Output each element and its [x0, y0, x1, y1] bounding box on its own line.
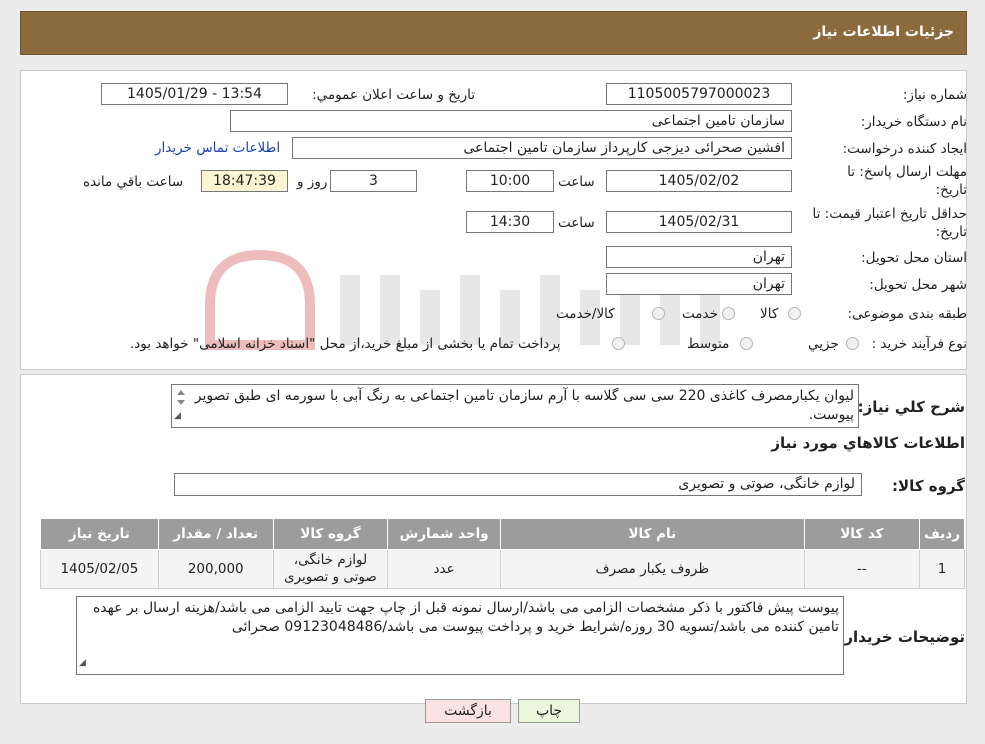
- need-number-label: شماره نیاز:: [902, 87, 967, 103]
- buyer-contact-link[interactable]: اطلاعات تماس خريدار: [155, 140, 280, 156]
- cell-row-number: 1: [919, 549, 965, 589]
- category-radio-service[interactable]: [722, 307, 735, 320]
- validity-label: حداقل تاريخ اعتبار قيمت: تا: [812, 206, 967, 222]
- cell-goods-group: لوازم خانگی، صوتی و تصویری: [272, 549, 389, 589]
- process-note: پرداخت تمام يا بخشی از مبلغ خريد،از محل …: [130, 336, 561, 352]
- goods-info-title: اطلاعات کالاهاي مورد نياز: [771, 434, 965, 452]
- category-option-goods: کالا: [760, 306, 779, 322]
- reply-time-field: 10:00: [466, 170, 554, 192]
- category-label: طبقه بندی موضوعی:: [847, 306, 967, 322]
- process-option-medium: متوسط: [687, 336, 730, 352]
- validity-date-field: 1405/02/31: [606, 211, 792, 233]
- cell-unit: عدد: [387, 549, 502, 589]
- announce-label: تاريخ و ساعت اعلان عمومي:: [312, 87, 475, 103]
- days-label: روز و: [297, 174, 328, 190]
- announce-date-field: 1405/01/29 - 13:54: [101, 83, 288, 105]
- province-field: تهران: [606, 246, 792, 268]
- reply-deadline-label-2: تاريخ:: [935, 182, 967, 198]
- cell-goods-name: ظروف یکبار مصرف: [500, 549, 805, 589]
- buyer-org-field: سازمان تامین اجتماعی: [230, 110, 792, 132]
- goods-group-label: گروه کالا:: [892, 477, 965, 495]
- back-button[interactable]: بازگشت: [425, 699, 511, 723]
- category-radio-goods-service[interactable]: [652, 307, 665, 320]
- col-unit: واحد شمارش: [387, 518, 502, 550]
- creator-field: افشین صحرائی دیزجی کارپرداز سازمان تامین…: [292, 137, 792, 159]
- category-option-goods-service: کالا/خدمت: [556, 306, 615, 322]
- process-radio-medium[interactable]: [740, 337, 753, 350]
- col-goods-group: گروه کالا: [272, 518, 389, 550]
- need-number-field: 1105005797000023: [606, 83, 792, 105]
- goods-table-header: رديف کد کالا نام کالا واحد شمارش گروه کا…: [40, 518, 965, 550]
- validity-label-2: تاريخ:: [935, 224, 967, 240]
- buyer-notes-textarea[interactable]: پیوست پیش فاکتور با ذکر مشخصات الزامی می…: [76, 596, 844, 675]
- print-button[interactable]: چاپ: [518, 699, 580, 723]
- goods-group-field: لوازم خانگی، صوتی و تصویری: [174, 473, 862, 496]
- buyer-org-label: نام دستگاه خريدار:: [860, 114, 967, 130]
- validity-time-label: ساعت: [558, 215, 595, 231]
- category-radio-goods[interactable]: [788, 307, 801, 320]
- province-label: استان محل تحويل:: [861, 250, 967, 266]
- description-textarea[interactable]: لیوان یکبارمصرف کاغذی 220 سی سی گلاسه با…: [171, 384, 859, 428]
- col-goods-name: نام کالا: [500, 518, 805, 550]
- cell-goods-code: --: [803, 549, 921, 589]
- col-need-date: تاريخ نياز: [40, 518, 159, 550]
- buyer-notes-label: توضيحات خريدار:: [838, 628, 965, 646]
- city-field: تهران: [606, 273, 792, 295]
- page-title: جزئیات اطلاعات نیاز: [813, 24, 954, 40]
- buyer-notes-text: پیوست پیش فاکتور با ذکر مشخصات الزامی می…: [92, 600, 839, 635]
- creator-label: ايجاد کننده درخواست:: [842, 141, 967, 157]
- resize-grip-icon[interactable]: ◢: [79, 654, 86, 673]
- process-radio-minor[interactable]: [846, 337, 859, 350]
- validity-time-field: 14:30: [466, 211, 554, 233]
- city-label: شهر محل تحويل:: [869, 277, 967, 293]
- remaining-label: ساعت باقي مانده: [83, 174, 184, 190]
- col-row-number: رديف: [919, 518, 965, 550]
- col-goods-code: کد کالا: [803, 518, 921, 550]
- col-quantity: تعداد / مقدار: [157, 518, 274, 550]
- days-field: 3: [330, 170, 417, 192]
- table-row: 1 -- ظروف یکبار مصرف عدد لوازم خانگی، صو…: [40, 549, 965, 589]
- process-checkbox-treasury[interactable]: [612, 337, 625, 350]
- cell-quantity: 200,000: [157, 549, 274, 589]
- category-option-service: خدمت: [682, 306, 718, 322]
- description-text: لیوان یکبارمصرف کاغذی 220 سی سی گلاسه با…: [194, 388, 854, 423]
- resize-grip-icon[interactable]: ◢: [174, 407, 181, 426]
- goods-table: رديف کد کالا نام کالا واحد شمارش گروه کا…: [40, 518, 965, 589]
- remaining-time-field: 18:47:39: [201, 170, 288, 192]
- reply-date-field: 1405/02/02: [606, 170, 792, 192]
- reply-deadline-label: مهلت ارسال پاسخ: تا: [847, 164, 967, 180]
- cell-need-date: 1405/02/05: [40, 549, 159, 589]
- reply-time-label: ساعت: [558, 174, 595, 190]
- page-header: جزئیات اطلاعات نیاز: [20, 11, 967, 55]
- process-option-minor: جزيي: [808, 336, 839, 352]
- description-label: شرح کلي نياز:: [857, 398, 965, 416]
- process-label: نوع فرآيند خريد :: [871, 336, 967, 352]
